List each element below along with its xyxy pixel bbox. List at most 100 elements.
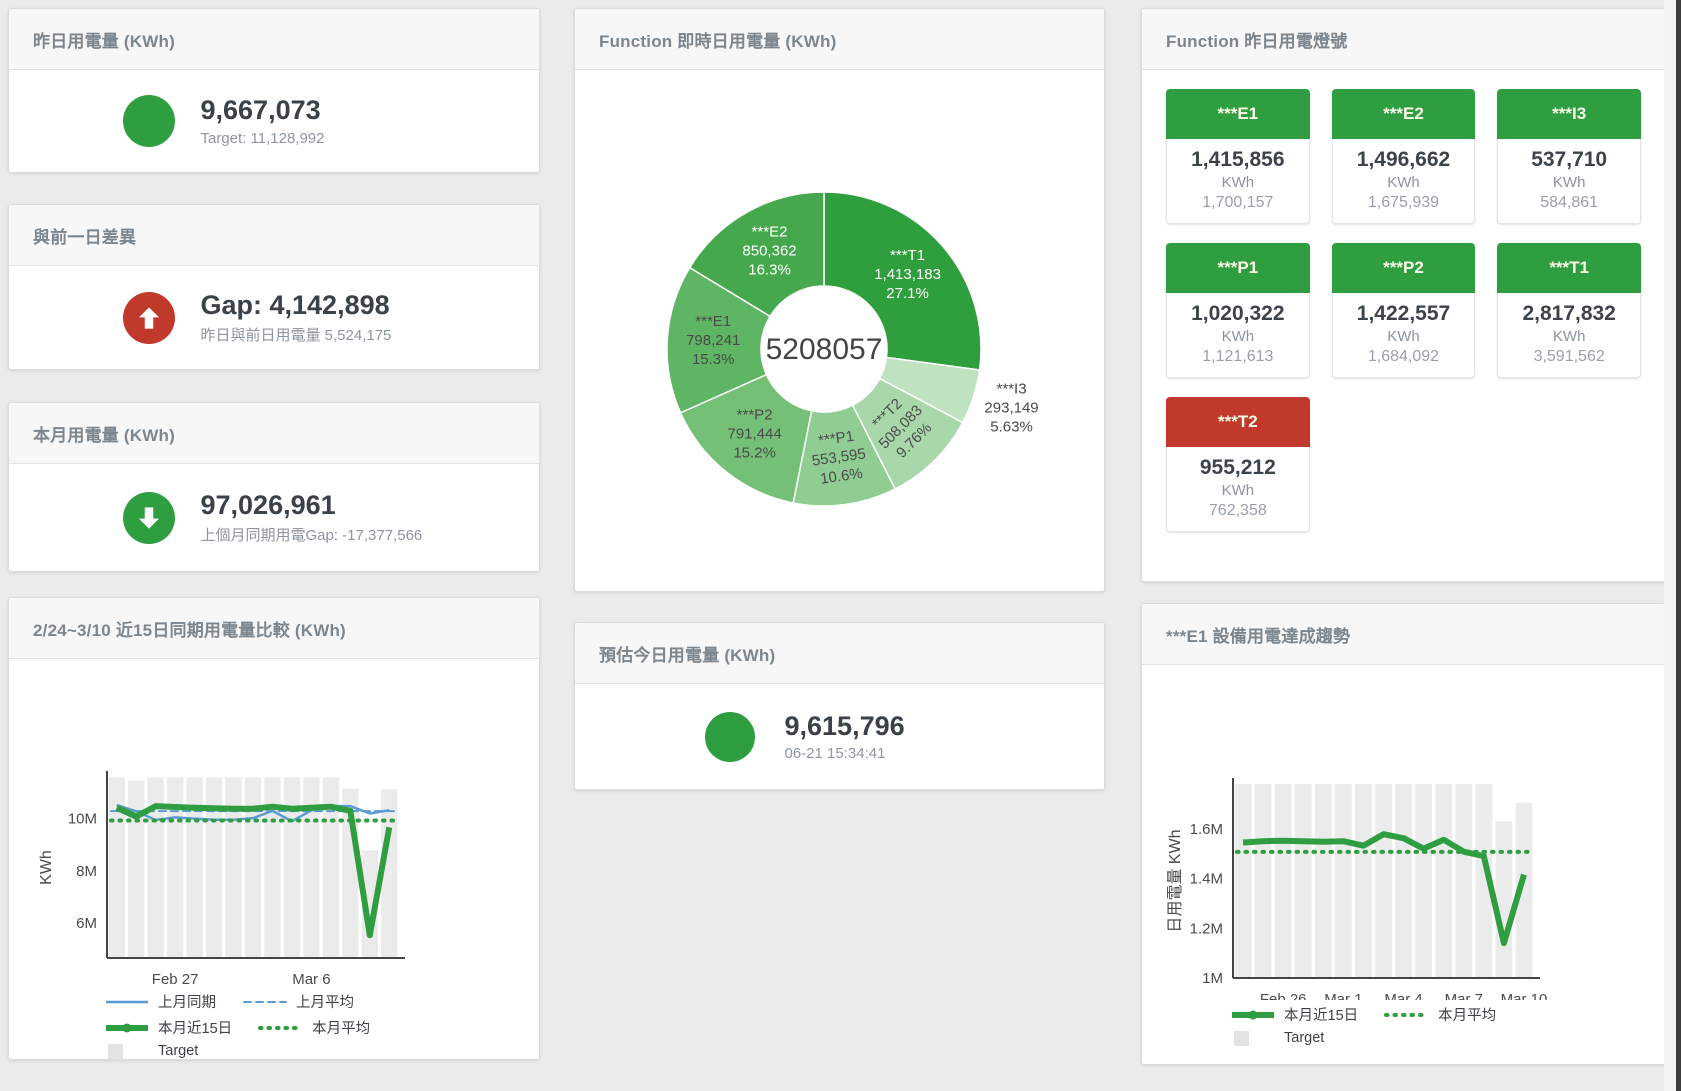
tile-value: 537,710 — [1502, 148, 1636, 172]
e1-trend-legend: 本月近15日 本月平均 Target — [1230, 1004, 1496, 1046]
target-bar — [1455, 784, 1472, 978]
x-tick-label: Mar 10 — [1501, 991, 1548, 1000]
tile-body: 955,212KWh762,358 — [1166, 447, 1310, 532]
target-bar — [1255, 784, 1272, 978]
tile-label: ***T2 — [1166, 397, 1310, 447]
tile-unit: KWh — [1337, 328, 1471, 345]
status-tile-E1[interactable]: ***E11,415,856KWh1,700,157 — [1166, 89, 1310, 224]
legend-marker-icon — [1230, 1031, 1276, 1046]
tile-label: ***E2 — [1332, 89, 1476, 139]
target-bar — [128, 780, 144, 958]
compare-chart-legend: 上月同期 上月平均本月近15日 本月平均 Target — [104, 991, 370, 1059]
panel-title: 預估今日用電量 (KWh) — [599, 641, 775, 666]
x-tick-label: Feb 26 — [1260, 991, 1307, 1000]
tile-unit: KWh — [1502, 174, 1636, 191]
legend-item[interactable]: Target — [104, 1043, 198, 1059]
x-tick-label: Mar 1 — [1324, 991, 1362, 1000]
panel-month-usage: 本月用電量 (KWh) 97,026,961 上個月同期用電Gap: -17,3… — [8, 402, 540, 572]
e1-trend-chart[interactable]: 1M1.2M1.4M1.6MFeb 26Mar 1Mar 4Mar 7Mar 1… — [1142, 665, 1665, 1000]
legend-label: 本月平均 — [1438, 1004, 1496, 1025]
legend-item[interactable]: 本月平均 — [258, 1017, 370, 1038]
tile-value: 1,422,557 — [1337, 302, 1471, 326]
status-tile-T2[interactable]: ***T2955,212KWh762,358 — [1166, 397, 1310, 532]
panel-realtime-donut-header[interactable]: Function 即時日用電量 (KWh) — [575, 9, 1104, 70]
panel-title: 2/24~3/10 近15日同期用電量比較 (KWh) — [33, 616, 346, 641]
y-tick-label: 10M — [68, 811, 97, 828]
legend-item[interactable]: 本月近15日 — [1230, 1004, 1358, 1025]
panel-title: Function 昨日用電燈號 — [1166, 27, 1347, 52]
arrow-up-circle-icon — [123, 292, 175, 344]
status-tile-P1[interactable]: ***P11,020,322KWh1,121,613 — [1166, 243, 1310, 378]
target-bar — [284, 778, 300, 958]
tile-target: 1,675,939 — [1337, 194, 1471, 212]
realtime-usage-donut[interactable]: ***T11,413,18327.1%***I3293,1495.63%***T… — [575, 70, 1104, 592]
tile-body: 1,422,557 KWh 1,684,092 — [1332, 293, 1476, 378]
tile-body: 2,817,832 KWh 3,591,562 — [1497, 293, 1641, 378]
panel-day-gap-header[interactable]: 與前一日差異 — [9, 205, 539, 266]
target-bar — [1395, 784, 1412, 978]
y-axis-title: 日用電量 KWh — [1167, 829, 1184, 932]
legend-item[interactable]: 本月平均 — [1384, 1004, 1496, 1025]
tile-label: ***T1 — [1497, 243, 1641, 293]
panel-title: Function 即時日用電量 (KWh) — [599, 27, 836, 52]
legend-item[interactable]: 上月同期 — [104, 991, 216, 1012]
y-tick-label: 1.2M — [1190, 920, 1223, 937]
tile-body: 1,020,322KWh1,121,613 — [1166, 293, 1310, 378]
tile-unit: KWh — [1171, 174, 1305, 191]
tile-target: 584,861 — [1502, 194, 1636, 212]
compare-chart[interactable]: 6M8M10MFeb 27Mar 6KWh — [9, 659, 539, 989]
status-tile-grid: ***E11,415,856KWh1,700,157***E21,496,662… — [1166, 89, 1641, 532]
status-circle-icon — [123, 95, 175, 147]
vertical-scrollbar[interactable] — [1676, 0, 1681, 1091]
target-bar — [1495, 821, 1512, 978]
panel-month-header[interactable]: 本月用電量 (KWh) — [9, 403, 539, 464]
tile-value: 2,817,832 — [1502, 302, 1636, 326]
yesterday-usage-value: 9,667,073 — [201, 95, 426, 126]
tile-target: 1,684,092 — [1337, 348, 1471, 366]
y-tick-label: 8M — [76, 863, 97, 880]
tile-value: 955,212 — [1171, 456, 1305, 480]
tile-value: 1,020,322 — [1171, 302, 1305, 326]
status-tile-I3[interactable]: ***I3537,710KWh584,861 — [1497, 89, 1641, 224]
tile-unit: KWh — [1171, 328, 1305, 345]
y-tick-label: 1.6M — [1190, 821, 1223, 838]
tile-target: 3,591,562 — [1502, 348, 1636, 366]
legend-item[interactable]: Target — [1230, 1030, 1324, 1046]
panel-title: 與前一日差異 — [33, 223, 136, 248]
x-tick-label: Mar 7 — [1445, 991, 1483, 1000]
target-bar — [109, 778, 125, 958]
target-bar — [1315, 784, 1332, 978]
legend-marker-icon — [104, 994, 150, 1009]
panel-e1-trend: ***E1 設備用電達成趨勢 1M1.2M1.4M1.6MFeb 26Mar 1… — [1141, 603, 1666, 1065]
legend-item[interactable]: 上月平均 — [242, 991, 354, 1012]
today-estimate-value: 9,615,796 — [785, 711, 975, 742]
tile-label: ***P1 — [1166, 243, 1310, 293]
target-bar — [1235, 784, 1252, 978]
panel-e1-trend-header[interactable]: ***E1 設備用電達成趨勢 — [1142, 604, 1665, 665]
panel-today-estimate-header[interactable]: 預估今日用電量 (KWh) — [575, 623, 1104, 684]
tile-label: ***P2 — [1332, 243, 1476, 293]
x-tick-label: Mar 4 — [1384, 991, 1422, 1000]
panel-yesterday-lights-header[interactable]: Function 昨日用電燈號 — [1142, 9, 1665, 70]
panel-title: 本月用電量 (KWh) — [33, 421, 175, 446]
panel-yesterday-header[interactable]: 昨日用電量 (KWh) — [9, 9, 539, 70]
panel-15day-compare-header[interactable]: 2/24~3/10 近15日同期用電量比較 (KWh) — [9, 598, 539, 659]
legend-label: Target — [1284, 1030, 1324, 1046]
status-tile-T1[interactable]: ***T1 2,817,832 KWh 3,591,562 — [1497, 243, 1641, 378]
tile-target: 1,700,157 — [1171, 194, 1305, 212]
status-tile-P2[interactable]: ***P2 1,422,557 KWh 1,684,092 — [1332, 243, 1476, 378]
legend-item[interactable]: 本月近15日 — [104, 1017, 232, 1038]
target-bar — [245, 778, 261, 958]
month-usage-gap: 上個月同期用電Gap: -17,377,566 — [201, 524, 426, 545]
status-tile-E2[interactable]: ***E21,496,662KWh1,675,939 — [1332, 89, 1476, 224]
tile-label: ***E1 — [1166, 89, 1310, 139]
tile-body: 1,496,662KWh1,675,939 — [1332, 139, 1476, 224]
status-circle-icon — [705, 712, 755, 762]
legend-label: 上月同期 — [158, 991, 216, 1012]
target-bar — [1295, 784, 1312, 978]
tile-unit: KWh — [1502, 328, 1636, 345]
yesterday-usage-target: Target: 11,128,992 — [201, 130, 426, 147]
y-axis-title: KWh — [38, 850, 55, 885]
y-tick-label: 1M — [1202, 970, 1223, 987]
donut-center-total: 5208057 — [766, 333, 883, 366]
